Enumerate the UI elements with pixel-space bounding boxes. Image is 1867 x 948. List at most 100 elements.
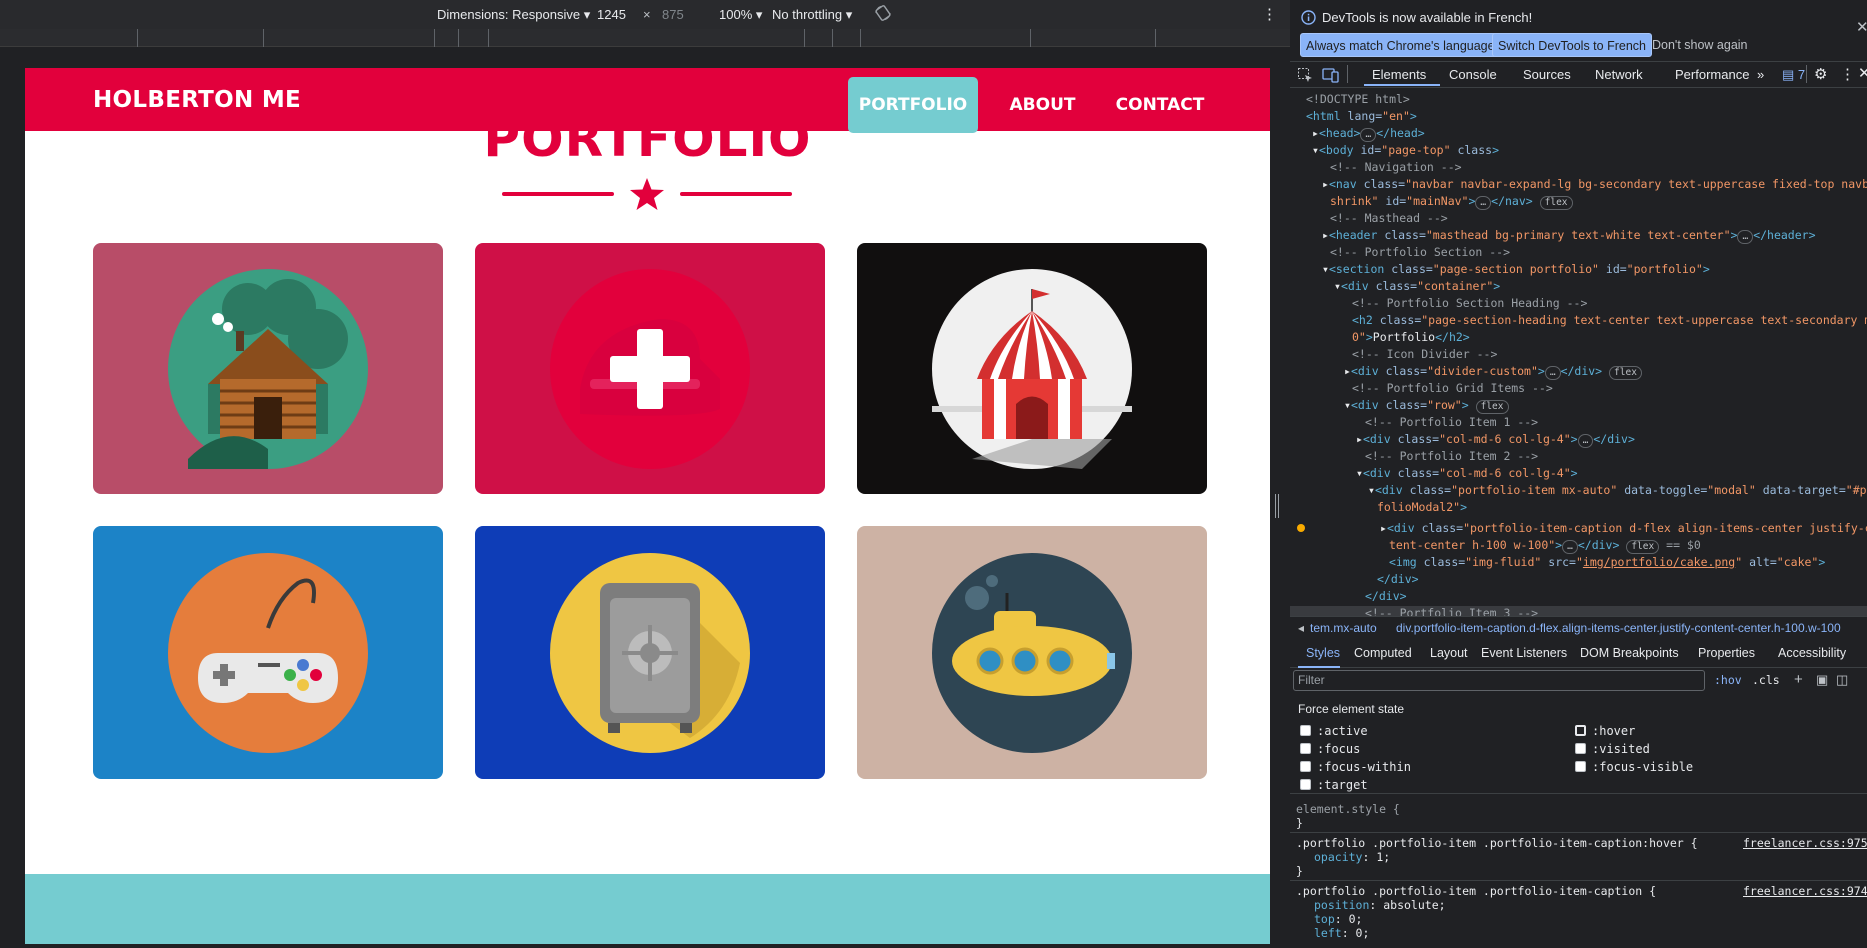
css-declaration[interactable]: opacity: 1; — [1314, 850, 1390, 864]
ellipsis-badge[interactable]: … — [1577, 434, 1594, 448]
dom-line[interactable]: ▸<nav class="navbar navbar-expand-lg bg-… — [1322, 176, 1867, 193]
ellipsis-badge[interactable]: … — [1544, 366, 1561, 380]
device-toggle-icon[interactable] — [1322, 67, 1340, 83]
dom-line[interactable]: ▸<div class="col-md-6 col-lg-4">… </div> — [1356, 431, 1635, 448]
dom-comment[interactable]: <!-- Navigation --> — [1330, 159, 1462, 176]
close-infobar-icon[interactable]: ✕ — [1856, 18, 1867, 36]
dom-line[interactable]: ▾<div class="container"> — [1334, 278, 1500, 295]
tab-event-listeners[interactable]: Event Listeners — [1481, 646, 1567, 660]
sidebar-toggle-icon[interactable]: ◫ — [1836, 672, 1848, 688]
tab-computed[interactable]: Computed — [1354, 646, 1412, 660]
dom-line[interactable]: ▾<section class="page-section portfolio"… — [1322, 261, 1710, 278]
rule-selector[interactable]: .portfolio .portfolio-item .portfolio-it… — [1296, 884, 1656, 898]
state-visited-checkbox[interactable]: :visited — [1575, 742, 1650, 756]
collapse-arrow-icon[interactable]: ▾ — [1322, 262, 1329, 276]
portfolio-item-game[interactable] — [93, 526, 443, 779]
tab-performance[interactable]: Performance — [1675, 67, 1749, 82]
state-target-checkbox[interactable]: :target — [1300, 778, 1368, 792]
class-toggle[interactable]: .cls — [1752, 673, 1780, 687]
more-options-icon[interactable]: ⋮ — [1840, 65, 1855, 83]
state-hover-checkbox[interactable]: :hover — [1575, 724, 1635, 738]
element-style-selector[interactable]: element.style { — [1296, 802, 1400, 816]
more-options-icon[interactable]: ⋮ — [1262, 5, 1277, 23]
dom-line[interactable]: <!DOCTYPE html> — [1306, 91, 1410, 108]
collapse-arrow-icon[interactable]: ▾ — [1356, 466, 1363, 480]
dimensions-dropdown[interactable]: Dimensions: Responsive ▾ — [437, 7, 590, 23]
add-rule-icon[interactable]: + — [1794, 671, 1803, 688]
checkbox[interactable] — [1575, 743, 1586, 754]
tab-accessibility[interactable]: Accessibility — [1778, 646, 1846, 660]
breadcrumb-item-current[interactable]: div.portfolio-item-caption.d-flex.align-… — [1396, 617, 1841, 639]
pane-resizer[interactable] — [1274, 492, 1280, 520]
checkbox[interactable] — [1300, 779, 1311, 790]
dom-comment[interactable]: <!-- Portfolio Grid Items --> — [1352, 380, 1553, 397]
breadcrumb-item[interactable]: tem.mx-auto — [1310, 617, 1377, 639]
dom-line[interactable]: ▸<head>… </head> — [1312, 125, 1425, 142]
expand-arrow-icon[interactable]: ▸ — [1344, 364, 1351, 378]
brand-logo[interactable]: HOLBERTON ME — [93, 87, 301, 113]
expand-arrow-icon[interactable]: ▸ — [1322, 228, 1329, 242]
state-focus-visible-checkbox[interactable]: :focus-visible — [1575, 760, 1693, 774]
portfolio-item-cabin[interactable] — [93, 243, 443, 494]
always-match-language-button[interactable]: Always match Chrome's language — [1300, 33, 1501, 57]
dom-line[interactable]: </div> — [1365, 588, 1407, 605]
rotate-icon[interactable] — [874, 4, 892, 25]
dom-line-cont[interactable]: 0">Portfolio</h2> — [1352, 329, 1470, 346]
collapse-arrow-icon[interactable]: ▾ — [1344, 398, 1351, 412]
state-active-checkbox[interactable]: :active — [1300, 724, 1368, 738]
collapse-arrow-icon[interactable]: ▾ — [1334, 279, 1341, 293]
css-declaration[interactable]: position: absolute; — [1314, 898, 1446, 912]
tab-properties[interactable]: Properties — [1698, 646, 1755, 660]
portfolio-item-safe[interactable] — [475, 526, 825, 779]
expand-arrow-icon[interactable]: ▸ — [1380, 521, 1387, 535]
dont-show-again-button[interactable]: Don't show again — [1647, 33, 1753, 57]
expand-arrow-icon[interactable]: ▸ — [1322, 177, 1329, 191]
dom-line-selected[interactable]: ▸<div class="portfolio-item-caption d-fl… — [1380, 520, 1867, 537]
css-declaration[interactable]: left: 0; — [1314, 926, 1369, 940]
tab-dom-breakpoints[interactable]: DOM Breakpoints — [1580, 646, 1679, 660]
css-declaration[interactable]: top: 0; — [1314, 912, 1362, 926]
tab-styles[interactable]: Styles — [1306, 646, 1340, 660]
ellipsis-badge[interactable]: … — [1562, 540, 1578, 554]
portfolio-item-circus[interactable] — [857, 243, 1207, 494]
dom-comment[interactable]: <!-- Portfolio Item 1 --> — [1365, 414, 1538, 431]
close-devtools-icon[interactable]: ✕ — [1858, 64, 1867, 82]
dom-line[interactable]: </div> — [1377, 571, 1419, 588]
dom-line-cont[interactable]: folioModal2"> — [1377, 499, 1467, 516]
rule-source-link[interactable]: freelancer.css:9758 — [1743, 836, 1867, 850]
rule-source-link[interactable]: freelancer.css:9749 — [1743, 884, 1867, 898]
switch-to-french-button[interactable]: Switch DevTools to French — [1492, 33, 1652, 57]
dom-comment[interactable]: <!-- Portfolio Section --> — [1330, 244, 1510, 261]
tab-sources[interactable]: Sources — [1523, 67, 1571, 82]
inspect-element-icon[interactable] — [1297, 67, 1313, 83]
zoom-dropdown[interactable]: 100% ▾ — [719, 7, 762, 23]
more-tabs-icon[interactable]: » — [1757, 67, 1764, 82]
rule-selector[interactable]: .portfolio .portfolio-item .portfolio-it… — [1296, 836, 1698, 850]
dom-line[interactable]: ▸<div class="divider-custom">… </div> fle… — [1344, 363, 1642, 380]
state-focus-checkbox[interactable]: :focus — [1300, 742, 1360, 756]
dom-line[interactable]: ▾<div class="row"> flex — [1344, 397, 1509, 414]
dom-line[interactable]: <img class="img-fluid" src="img/portfoli… — [1389, 554, 1825, 571]
dom-line-cont[interactable]: tent-center h-100 w-100">… </div> flex ==… — [1389, 537, 1701, 554]
checkbox[interactable] — [1575, 761, 1586, 772]
ellipsis-badge[interactable]: … — [1737, 230, 1754, 244]
dom-line[interactable]: ▸<header class="masthead bg-primary text… — [1322, 227, 1816, 244]
flex-badge[interactable]: flex — [1626, 540, 1660, 554]
dom-comment[interactable]: <!-- Portfolio Item 2 --> — [1365, 448, 1538, 465]
dom-comment[interactable]: <!-- Portfolio Section Heading --> — [1352, 295, 1587, 312]
tab-layout[interactable]: Layout — [1430, 646, 1468, 660]
nav-link-contact[interactable]: CONTACT — [1105, 77, 1215, 133]
dom-line[interactable]: ▾<body id="page-top" class> — [1312, 142, 1499, 159]
issues-counter[interactable]: ▤ 7 — [1782, 67, 1805, 83]
tab-network[interactable]: Network — [1595, 67, 1643, 82]
checkbox[interactable] — [1300, 725, 1311, 736]
checkbox-checked-icon[interactable] — [1575, 725, 1586, 736]
checkbox[interactable] — [1300, 743, 1311, 754]
checkbox[interactable] — [1300, 761, 1311, 772]
collapse-arrow-icon[interactable]: ▾ — [1312, 143, 1319, 157]
flex-badge[interactable]: flex — [1609, 366, 1642, 380]
hover-toggle[interactable]: :hov — [1714, 673, 1742, 687]
dom-line-cont[interactable]: shrink" id="mainNav">… </nav> flex — [1330, 193, 1573, 210]
dom-line[interactable]: <h2 class="page-section-heading text-cen… — [1352, 312, 1867, 329]
styles-filter-input[interactable]: Filter — [1293, 670, 1705, 691]
